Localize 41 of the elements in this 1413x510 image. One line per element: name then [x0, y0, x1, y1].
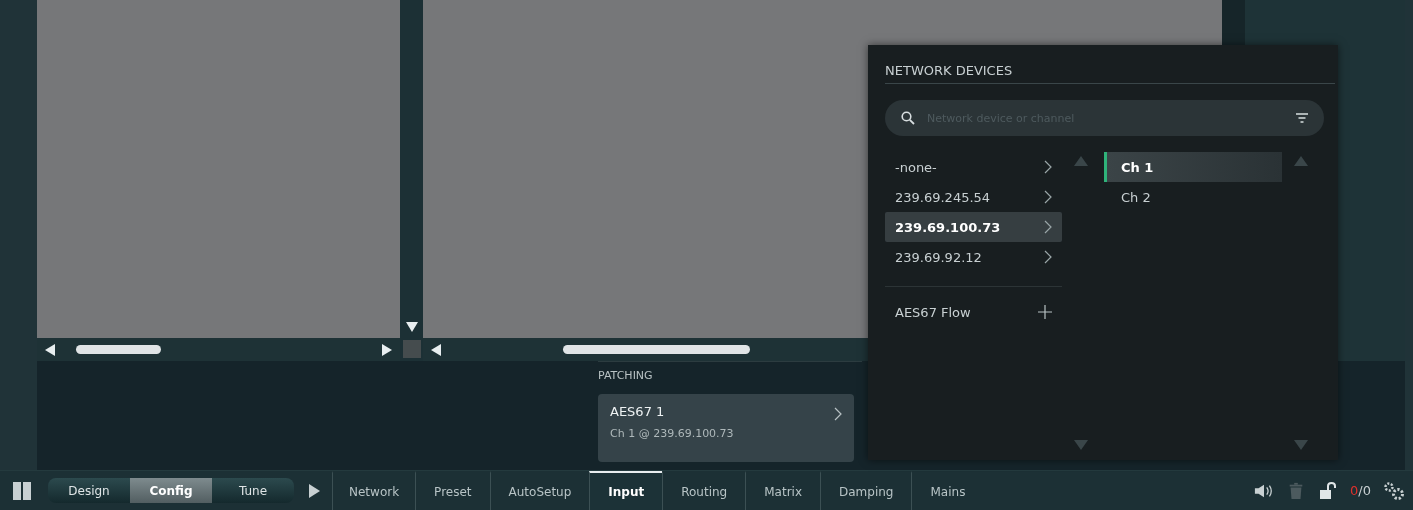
device-item[interactable]: 239.69.245.54 [885, 182, 1062, 212]
nav-tab[interactable]: Network [332, 470, 416, 510]
mode-tab[interactable]: Config [130, 478, 212, 503]
device-item[interactable]: 239.69.100.73 [885, 212, 1062, 242]
patch-detail: Ch 1 @ 239.69.100.73 [610, 427, 734, 440]
chevron-right-icon [1044, 220, 1052, 234]
nav-tab[interactable]: Routing [662, 470, 746, 510]
nav-tab[interactable]: Matrix [745, 470, 820, 510]
patching-title: PATCHING [598, 369, 654, 382]
popup-title: NETWORK DEVICES [885, 60, 1335, 84]
search-icon [901, 111, 915, 125]
chevron-right-icon [1044, 250, 1052, 264]
panel-toggle-icon[interactable] [12, 480, 32, 501]
scroll-right-icon[interactable] [382, 343, 392, 356]
collapse-arrow-icon[interactable] [405, 322, 418, 332]
device-item[interactable]: -none- [885, 152, 1062, 182]
error-count: 0/0 [1350, 483, 1371, 498]
nav-tab[interactable]: Input [589, 470, 663, 510]
patch-card[interactable]: AES67 1 Ch 1 @ 239.69.100.73 [598, 394, 854, 462]
settings-icon[interactable] [1383, 480, 1405, 501]
scroll-left-icon[interactable] [431, 343, 441, 356]
mode-tab[interactable]: Tune [212, 478, 294, 503]
nav-tab[interactable]: Damping [820, 470, 912, 510]
filter-icon[interactable] [1296, 113, 1308, 123]
device-item[interactable]: 239.69.92.12 [885, 242, 1062, 272]
flow-label: AES67 Flow [895, 304, 971, 320]
chevron-right-icon [1044, 190, 1052, 204]
chevron-right-icon [1044, 160, 1052, 174]
channel-item[interactable]: Ch 2 [1104, 182, 1282, 212]
horizontal-scrollbar[interactable] [37, 338, 400, 361]
unlocked-padlock-icon[interactable] [1318, 481, 1339, 500]
scroll-left-icon[interactable] [45, 343, 55, 356]
patch-name: AES67 1 [610, 404, 666, 419]
channel-item[interactable]: Ch 1 [1104, 152, 1282, 182]
nav-tab[interactable]: Preset [415, 470, 490, 510]
chevron-right-icon [834, 407, 842, 421]
mode-tab[interactable]: Design [48, 478, 130, 503]
nav-tab[interactable]: Mains [911, 470, 984, 510]
add-icon[interactable] [1038, 305, 1052, 319]
scrollbar-corner [402, 340, 421, 358]
pointer-icon[interactable] [308, 483, 320, 498]
